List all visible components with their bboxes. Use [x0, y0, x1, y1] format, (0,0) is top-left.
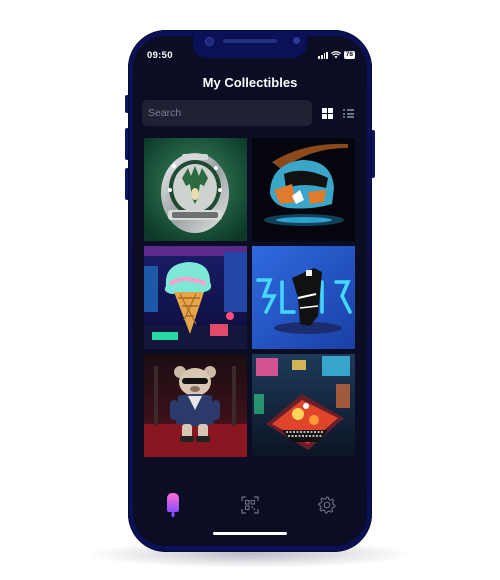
- ring-image: [144, 138, 247, 241]
- collectible-card-ring[interactable]: [144, 138, 247, 241]
- list-view-icon[interactable]: [343, 108, 354, 119]
- collectible-card-ice-cream[interactable]: [144, 246, 247, 349]
- grid-view-icon[interactable]: [322, 108, 333, 119]
- wifi-icon: [330, 51, 341, 59]
- page-title: My Collectibles: [202, 75, 298, 90]
- collectible-card-helmet[interactable]: [252, 138, 355, 241]
- sneaker-image: [252, 246, 355, 349]
- settings-gear-icon[interactable]: [318, 496, 336, 514]
- popsicle-icon[interactable]: [166, 492, 180, 518]
- collectible-card-teddy-bear[interactable]: [144, 354, 247, 457]
- status-time: 09:50: [147, 50, 173, 61]
- earpiece-speaker: [223, 39, 277, 43]
- scan-qr-icon[interactable]: [241, 496, 259, 514]
- helmet-image: [252, 138, 355, 241]
- collectible-card-sneaker[interactable]: [252, 246, 355, 349]
- phone-screen: 09:50 78 My Collectibles: [133, 36, 367, 546]
- teddy-bear-image: [144, 354, 247, 457]
- pinball-image: [252, 354, 355, 457]
- home-indicator[interactable]: [213, 532, 287, 535]
- mockup-stage: 09:50 78 My Collectibles: [0, 0, 500, 580]
- status-icons: 78: [318, 51, 355, 59]
- front-camera-icon: [205, 37, 214, 46]
- collectible-card-pinball[interactable]: [252, 354, 355, 457]
- ice-cream-image: [144, 246, 247, 349]
- search-input[interactable]: [142, 100, 312, 126]
- sensor-icon: [293, 37, 300, 44]
- battery-indicator: 78: [343, 51, 355, 59]
- cellular-signal-icon: [318, 51, 328, 59]
- notch: [193, 36, 307, 58]
